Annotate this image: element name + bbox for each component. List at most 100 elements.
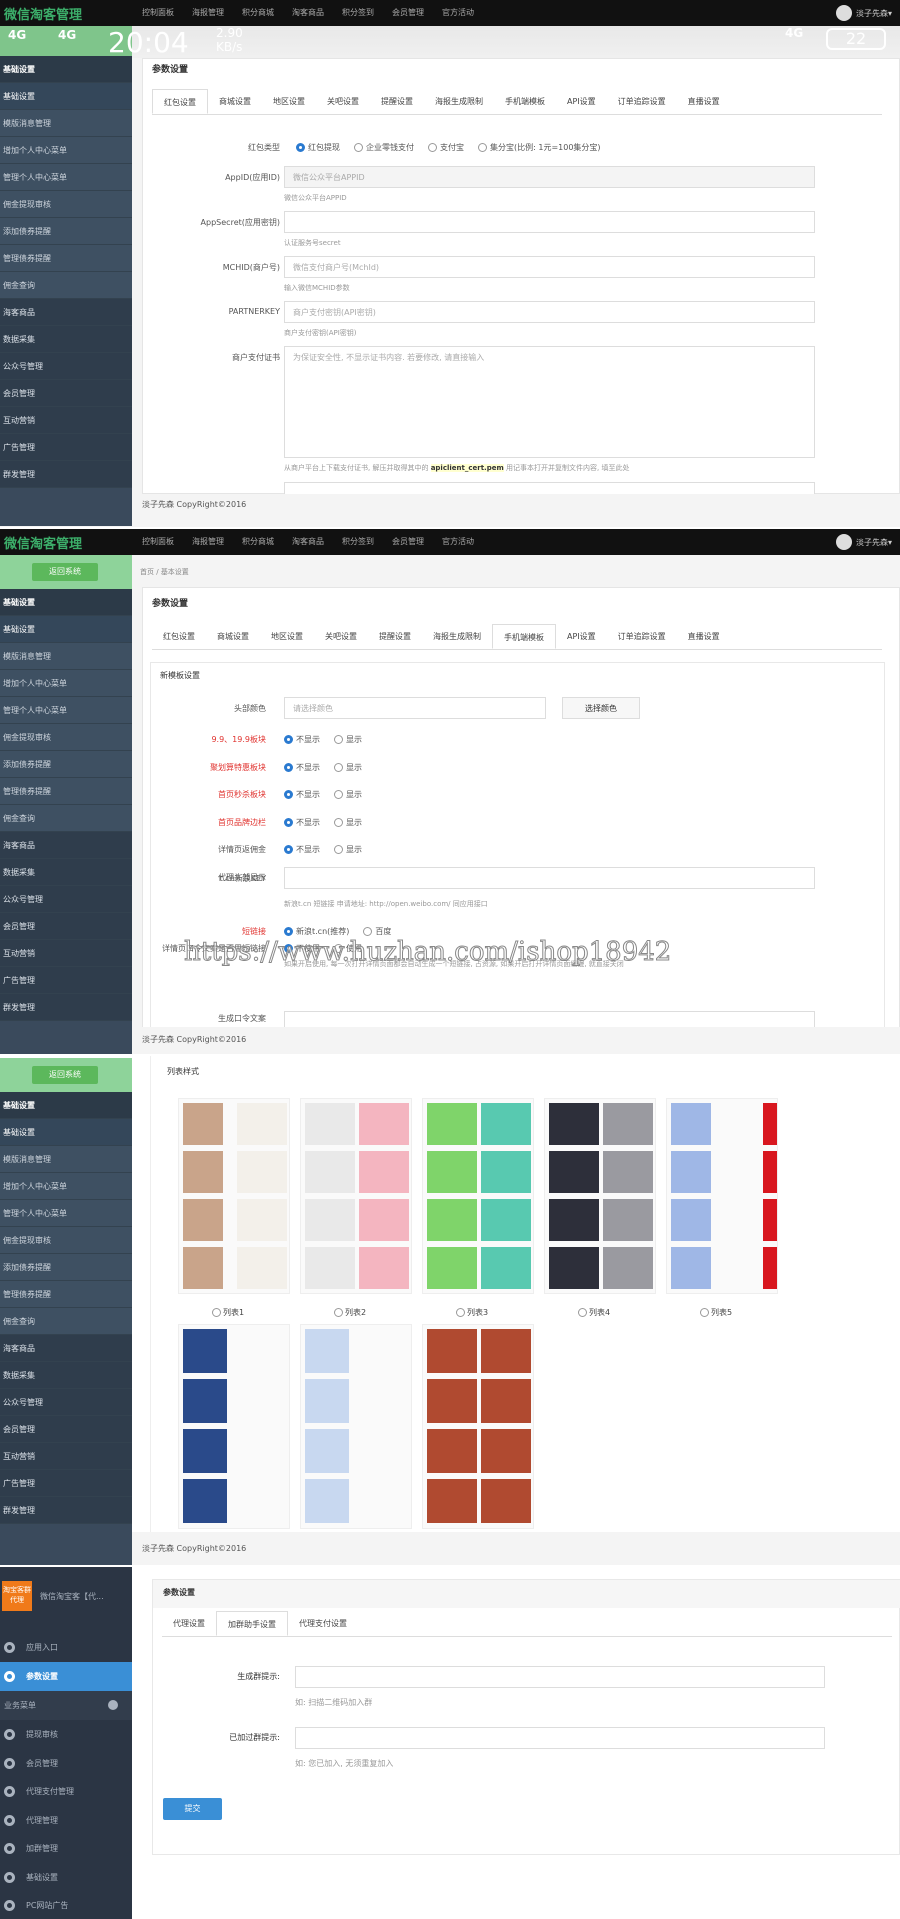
sidebar-item[interactable]: 应用入口: [0, 1633, 132, 1662]
tab[interactable]: 关吧设置: [314, 624, 368, 649]
sidebar-item[interactable]: 模版消息管理: [0, 1146, 132, 1173]
list-style-preview[interactable]: [300, 1324, 412, 1529]
sidebar-item[interactable]: 管理个人中心菜单: [0, 1200, 132, 1227]
sidebar-item[interactable]: 基础设置: [0, 83, 132, 110]
nav-item[interactable]: 控制面板: [142, 7, 174, 18]
back-to-system-button[interactable]: 返回系统: [32, 1066, 98, 1084]
nav-item[interactable]: 官方活动: [442, 536, 474, 547]
sidebar-item[interactable]: 会员管理: [0, 1749, 132, 1778]
sidebar-item[interactable]: 模版消息管理: [0, 110, 132, 137]
back-to-system-button[interactable]: 返回系统: [32, 563, 98, 581]
sidebar-item[interactable]: 佣金提现审核: [0, 191, 132, 218]
nav-item[interactable]: 积分商城: [242, 536, 274, 547]
field-input[interactable]: [295, 1666, 825, 1688]
radio-option[interactable]: 显示: [334, 789, 362, 800]
tab[interactable]: 代理支付设置: [288, 1611, 358, 1636]
tab[interactable]: 关吧设置: [316, 89, 370, 114]
sidebar-item[interactable]: 代理管理: [0, 1806, 132, 1835]
tab[interactable]: 商城设置: [206, 624, 260, 649]
header-color-input[interactable]: 请选择颜色: [284, 697, 546, 719]
sidebar-group[interactable]: 广告管理: [0, 434, 132, 461]
tab[interactable]: 海报生成限制: [422, 624, 492, 649]
tab[interactable]: 红包设置: [152, 624, 206, 649]
radio-option[interactable]: 不显示: [284, 844, 320, 855]
radio-option[interactable]: 新浪t.cn(推荐): [284, 926, 349, 937]
radio-option[interactable]: 集分宝(比例: 1元=100集分宝): [478, 142, 601, 153]
collapse-icon[interactable]: [108, 1700, 118, 1710]
sidebar-item[interactable]: 佣金查询: [0, 1308, 132, 1335]
sidebar-item[interactable]: 基础设置: [0, 1119, 132, 1146]
sidebar-group[interactable]: 群发管理: [0, 1497, 132, 1524]
list-style-option[interactable]: 列表1: [212, 1307, 244, 1318]
sidebar-item[interactable]: 佣金提现审核: [0, 1227, 132, 1254]
user-menu[interactable]: 淡子先森▾: [835, 5, 892, 21]
nav-item[interactable]: 积分商城: [242, 7, 274, 18]
tab[interactable]: 直播设置: [677, 624, 731, 649]
field-input[interactable]: 微信公众平台APPID: [284, 166, 815, 188]
choose-color-button[interactable]: 选择颜色: [562, 697, 640, 719]
list-style-option[interactable]: 列表3: [456, 1307, 488, 1318]
list-style-option[interactable]: 列表4: [578, 1307, 610, 1318]
nav-item[interactable]: 会员管理: [392, 536, 424, 547]
tab[interactable]: 手机端模板: [494, 89, 556, 114]
user-menu[interactable]: 淡子先森▾: [835, 534, 892, 550]
sidebar-group[interactable]: 互动营销: [0, 1443, 132, 1470]
sidebar-item[interactable]: 模版消息管理: [0, 643, 132, 670]
sidebar-group[interactable]: 互动营销: [0, 407, 132, 434]
sidebar-item[interactable]: 基础设置: [0, 616, 132, 643]
tab[interactable]: 商城设置: [208, 89, 262, 114]
tab[interactable]: 提醒设置: [370, 89, 424, 114]
field-input[interactable]: 商户支付密钥(API密钥): [284, 301, 815, 323]
tab[interactable]: 提醒设置: [368, 624, 422, 649]
sidebar-group[interactable]: 海客商品: [0, 1335, 132, 1362]
tab[interactable]: 地区设置: [260, 624, 314, 649]
tab[interactable]: 加群助手设置: [216, 1611, 288, 1636]
sidebar-group[interactable]: 公众号管理: [0, 1389, 132, 1416]
list-style-option[interactable]: 列表5: [700, 1307, 732, 1318]
radio-option[interactable]: 不显示: [284, 762, 320, 773]
radio-option[interactable]: 红包提现: [296, 142, 340, 153]
radio-option[interactable]: 显示: [334, 734, 362, 745]
tab[interactable]: API设置: [556, 89, 607, 114]
sidebar-item[interactable]: 加群管理: [0, 1834, 132, 1863]
list-style-option[interactable]: 列表2: [334, 1307, 366, 1318]
radio-option[interactable]: 支付宝: [428, 142, 464, 153]
nav-item[interactable]: 淘客商品: [292, 7, 324, 18]
nav-item[interactable]: 积分签到: [342, 536, 374, 547]
sidebar-group[interactable]: 公众号管理: [0, 886, 132, 913]
tab[interactable]: API设置: [556, 624, 607, 649]
tab[interactable]: 订单追踪设置: [607, 89, 677, 114]
sidebar-item[interactable]: 增加个人中心菜单: [0, 670, 132, 697]
sidebar-group[interactable]: 会员管理: [0, 1416, 132, 1443]
list-style-preview[interactable]: [422, 1098, 534, 1294]
tcn-key-input[interactable]: [284, 867, 815, 889]
sidebar-item[interactable]: 管理债券提醒: [0, 1281, 132, 1308]
nav-item[interactable]: 海报管理: [192, 536, 224, 547]
nav-item[interactable]: 海报管理: [192, 7, 224, 18]
sidebar-group[interactable]: 会员管理: [0, 380, 132, 407]
sidebar-group[interactable]: 广告管理: [0, 1470, 132, 1497]
list-style-preview[interactable]: [666, 1098, 778, 1294]
radio-option[interactable]: 企业零钱支付: [354, 142, 414, 153]
radio-option[interactable]: 百度: [363, 926, 391, 937]
tab[interactable]: 海报生成限制: [424, 89, 494, 114]
sidebar-group[interactable]: 广告管理: [0, 967, 132, 994]
cert-textarea[interactable]: 为保证安全性, 不显示证书内容. 若要修改, 请直接输入: [284, 346, 815, 458]
nav-item[interactable]: 会员管理: [392, 7, 424, 18]
sidebar-item[interactable]: 代理支付管理: [0, 1777, 132, 1806]
radio-option[interactable]: 显示: [334, 844, 362, 855]
radio-option[interactable]: 显示: [334, 817, 362, 828]
list-style-preview[interactable]: [544, 1098, 656, 1294]
tab[interactable]: 订单追踪设置: [607, 624, 677, 649]
radio-option[interactable]: 不显示: [284, 817, 320, 828]
radio-option[interactable]: 显示: [334, 762, 362, 773]
field-input[interactable]: [284, 211, 815, 233]
sidebar-item[interactable]: PC网站广告: [0, 1891, 132, 1919]
sidebar-group[interactable]: 数据采集: [0, 1362, 132, 1389]
tab[interactable]: 代理设置: [162, 1611, 216, 1636]
list-style-preview[interactable]: [422, 1324, 534, 1529]
list-style-preview[interactable]: [178, 1324, 290, 1529]
nav-item[interactable]: 积分签到: [342, 7, 374, 18]
nav-item[interactable]: 淘客商品: [292, 536, 324, 547]
sidebar-group[interactable]: 数据采集: [0, 326, 132, 353]
